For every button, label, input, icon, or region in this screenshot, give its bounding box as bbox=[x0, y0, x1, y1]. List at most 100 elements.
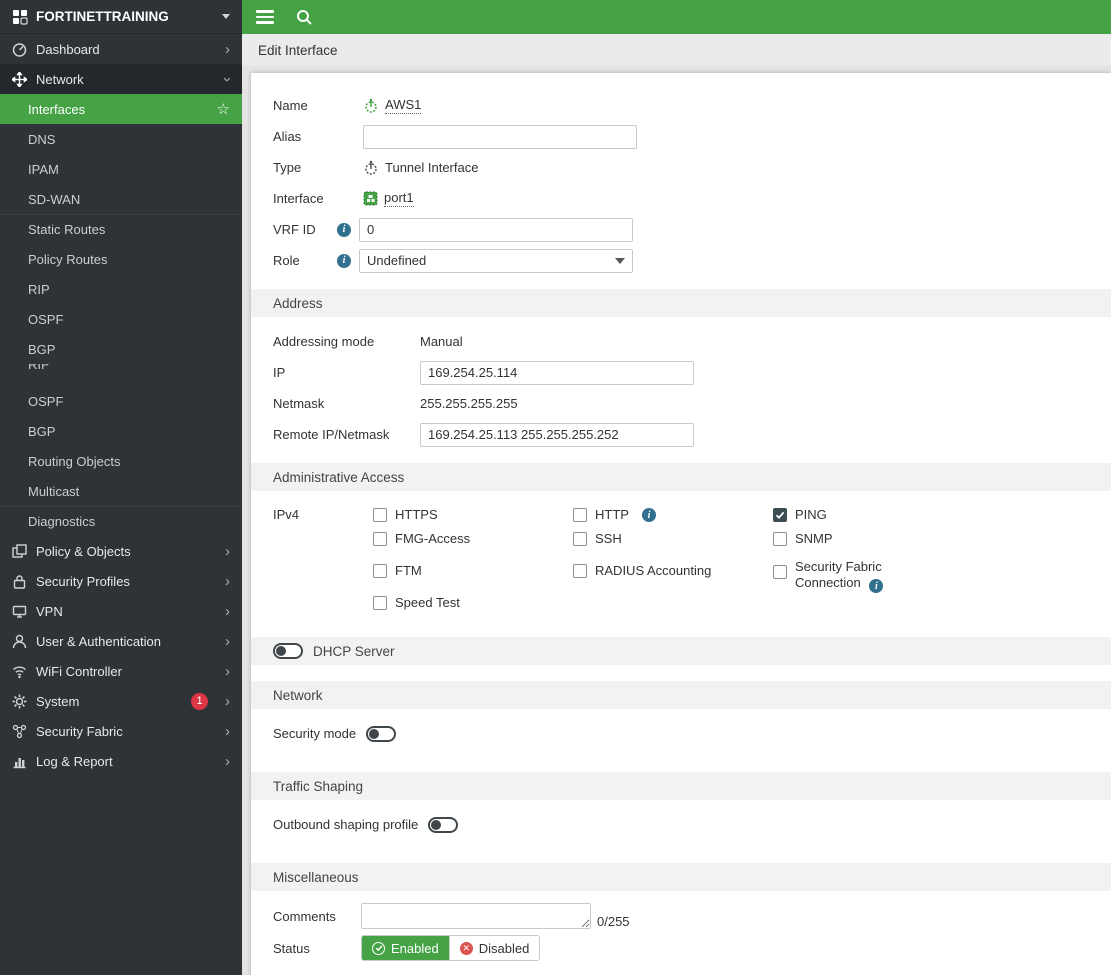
search-icon[interactable] bbox=[296, 9, 313, 26]
sidebar-item-system[interactable]: System 1 › bbox=[0, 686, 242, 716]
checkbox-box[interactable] bbox=[373, 508, 387, 522]
form-row-netmask: Netmask 255.255.255.255 bbox=[273, 391, 1089, 416]
sidebar-item-ospf-2[interactable]: OSPF bbox=[0, 386, 242, 416]
sidebar-item-security-fabric[interactable]: Security Fabric › bbox=[0, 716, 242, 746]
sidebar-item-security-profiles[interactable]: Security Profiles › bbox=[0, 566, 242, 596]
hamburger-menu-icon[interactable] bbox=[256, 10, 274, 24]
sidebar-item-bgp[interactable]: BGP bbox=[0, 334, 242, 364]
sidebar-item-wifi-controller[interactable]: WiFi Controller › bbox=[0, 656, 242, 686]
sidebar-item-vpn[interactable]: VPN › bbox=[0, 596, 242, 626]
checkbox-box[interactable] bbox=[373, 564, 387, 578]
form-row-role: Role i Undefined bbox=[273, 248, 1089, 273]
sidebar-item-rip[interactable]: RIP bbox=[0, 274, 242, 304]
sidebar-item-user-authentication[interactable]: User & Authentication › bbox=[0, 626, 242, 656]
sidebar-item-log-report[interactable]: Log & Report › bbox=[0, 746, 242, 776]
checkbox-security-fabric-connection[interactable]: Security Fabric Connection i bbox=[773, 559, 943, 594]
info-icon[interactable]: i bbox=[337, 253, 351, 268]
sidebar-item-diagnostics[interactable]: Diagnostics bbox=[0, 506, 242, 536]
logo-row[interactable]: FORTINETTRAINING bbox=[0, 0, 242, 34]
info-icon[interactable]: i bbox=[337, 222, 351, 237]
alias-input[interactable] bbox=[363, 124, 637, 149]
status-enabled-label: Enabled bbox=[391, 940, 439, 956]
section-title: Miscellaneous bbox=[273, 869, 359, 885]
admin-access-grid: IPv4 HTTPS FMG-Access FTM Speed Test HTT… bbox=[273, 503, 1089, 615]
checkbox-box[interactable] bbox=[773, 565, 787, 579]
network-icon bbox=[12, 71, 27, 87]
status-disabled-button[interactable]: ✕ Disabled bbox=[448, 936, 540, 960]
sidebar-item-rip-clipped[interactable]: RIP bbox=[0, 364, 242, 386]
checkbox-fmg-access[interactable]: FMG-Access bbox=[373, 527, 573, 551]
sidebar-item-sdwan[interactable]: SD-WAN bbox=[0, 184, 242, 214]
sidebar-item-bgp-2[interactable]: BGP bbox=[0, 416, 242, 446]
checkbox-speed-test[interactable]: Speed Test bbox=[373, 591, 573, 615]
sidebar-item-label: Multicast bbox=[28, 483, 80, 499]
section-header-dhcp-server: DHCP Server bbox=[251, 637, 1111, 665]
checkbox-box[interactable] bbox=[573, 508, 587, 522]
checkbox-box-checked[interactable] bbox=[773, 508, 787, 522]
checkbox-label: PING bbox=[795, 507, 827, 523]
sidebar-item-label: Interfaces bbox=[28, 101, 86, 117]
checkbox-box[interactable] bbox=[573, 564, 587, 578]
sidebar-item-routing-objects[interactable]: Routing Objects bbox=[0, 446, 242, 476]
sidebar-item-ipam[interactable]: IPAM bbox=[0, 154, 242, 184]
checkbox-label: FTM bbox=[395, 563, 422, 579]
security-mode-toggle[interactable] bbox=[366, 725, 397, 742]
tunnel-type-icon bbox=[365, 160, 377, 175]
checkbox-box[interactable] bbox=[373, 596, 387, 610]
sidebar-item-static-routes[interactable]: Static Routes bbox=[0, 214, 242, 244]
sidebar-item-policy-routes[interactable]: Policy Routes bbox=[0, 244, 242, 274]
info-icon[interactable]: i bbox=[641, 508, 656, 522]
dhcp-server-toggle[interactable] bbox=[273, 643, 303, 659]
checkbox-label: HTTP bbox=[595, 507, 629, 523]
sidebar-item-label: BGP bbox=[28, 341, 56, 357]
sidebar-item-policy-objects[interactable]: Policy & Objects › bbox=[0, 536, 242, 566]
sidebar-item-ospf[interactable]: OSPF bbox=[0, 304, 242, 334]
alias-label: Alias bbox=[273, 129, 302, 144]
checkbox-ssh[interactable]: SSH bbox=[573, 527, 773, 551]
logo-caret-icon[interactable] bbox=[222, 14, 230, 19]
form-row-outbound-shaping: Outbound shaping profile bbox=[273, 812, 1089, 837]
checkbox-box[interactable] bbox=[373, 532, 387, 546]
type-label: Type bbox=[273, 160, 302, 175]
ipv4-label: IPv4 bbox=[273, 507, 300, 522]
check-circle-icon bbox=[372, 941, 385, 955]
checkbox-https[interactable]: HTTPS bbox=[373, 503, 573, 527]
parent-interface-link[interactable]: port1 bbox=[363, 190, 414, 207]
parent-interface-text: port1 bbox=[384, 190, 414, 207]
sidebar-item-label: Dashboard bbox=[36, 41, 100, 57]
chevron-right-icon: › bbox=[225, 722, 230, 740]
comments-textarea[interactable] bbox=[361, 903, 591, 929]
sidebar-item-label: Log & Report bbox=[36, 753, 113, 769]
checkbox-snmp[interactable]: SNMP bbox=[773, 527, 943, 551]
checkbox-ping[interactable]: PING bbox=[773, 503, 943, 527]
sidebar-item-multicast[interactable]: Multicast bbox=[0, 476, 242, 506]
info-icon[interactable]: i bbox=[869, 579, 884, 594]
sidebar-item-network[interactable]: Network › bbox=[0, 64, 242, 94]
star-icon[interactable]: ☆ bbox=[217, 100, 230, 118]
checkbox-box[interactable] bbox=[773, 532, 787, 546]
type-value: Tunnel Interface bbox=[363, 160, 478, 176]
chevron-right-icon: › bbox=[225, 692, 230, 710]
status-enabled-button[interactable]: Enabled bbox=[362, 936, 449, 960]
interface-name-link[interactable]: AWS1 bbox=[363, 97, 422, 114]
sidebar-item-label: SD-WAN bbox=[28, 191, 81, 207]
checkbox-ftm[interactable]: FTM bbox=[373, 559, 573, 583]
ip-input[interactable] bbox=[420, 360, 694, 385]
checkbox-http[interactable]: HTTP i bbox=[573, 503, 773, 527]
form-row-status: Status Enabled ✕ Disabled bbox=[273, 935, 1089, 961]
sidebar-item-dashboard[interactable]: Dashboard › bbox=[0, 34, 242, 64]
user-icon bbox=[12, 634, 27, 648]
checkbox-label: HTTPS bbox=[395, 507, 438, 523]
select-caret-icon bbox=[615, 257, 625, 264]
sidebar-item-label: OSPF bbox=[28, 311, 64, 327]
breadcrumb: Edit Interface bbox=[242, 34, 1111, 66]
bar-chart-icon bbox=[13, 757, 26, 768]
checkbox-box[interactable] bbox=[573, 532, 587, 546]
remote-ip-input[interactable] bbox=[420, 422, 694, 447]
sidebar-item-interfaces[interactable]: Interfaces ☆ bbox=[0, 94, 242, 124]
checkbox-radius-accounting[interactable]: RADIUS Accounting bbox=[573, 559, 773, 583]
role-select[interactable]: Undefined bbox=[359, 248, 633, 273]
outbound-shaping-toggle[interactable] bbox=[428, 816, 459, 833]
vrf-input[interactable] bbox=[359, 217, 633, 242]
sidebar-item-dns[interactable]: DNS bbox=[0, 124, 242, 154]
